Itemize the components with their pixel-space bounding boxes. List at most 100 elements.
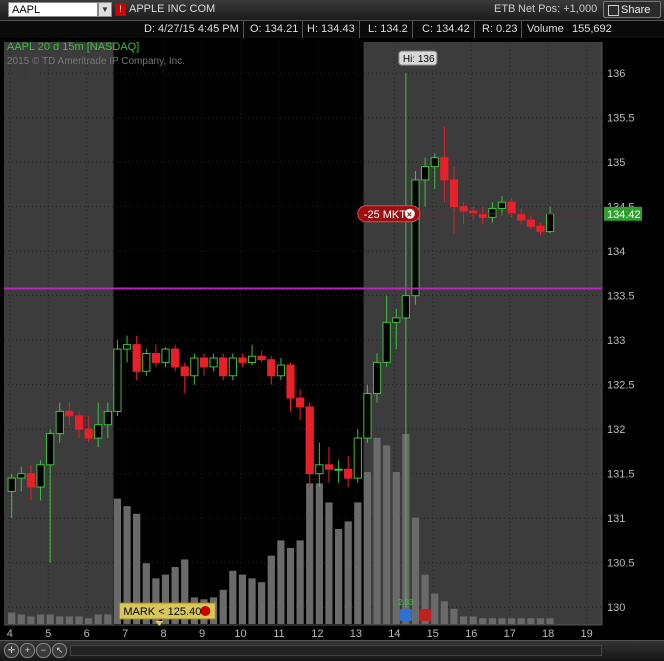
volume-small-label: 2.33 [398,598,414,607]
volume-bar [383,445,391,624]
x-axis-background [0,625,664,640]
x-tick-label: 15 [427,628,439,640]
candle-body [478,213,487,218]
price-chart[interactable]: 130130.5131131.5132132.5133133.5134134.5… [0,38,664,640]
candle-body [199,357,209,368]
x-axis: 4 5 6 7 8 9 10 11 12 13 14 15 16 17 18 19 [0,624,664,640]
volume-bar [258,582,266,624]
candle-body [151,353,161,363]
candle-body [363,393,372,439]
candle-body [122,344,132,350]
y-tick-label: 131.5 [607,469,635,481]
volume-bar [84,618,93,624]
volume-bar [508,618,516,624]
candle-body [497,201,507,209]
x-tick-label: 4 [7,628,13,640]
pointer-icon[interactable]: ↖ [52,643,67,658]
candle-body [382,321,391,363]
candle-body [401,295,410,319]
volume-bar [459,616,468,624]
info-volume-label: Volume [527,23,564,35]
alert-label: MARK < 125.40 [123,606,201,618]
candle-body [440,157,449,181]
dropdown-icon[interactable]: ▼ [98,2,112,17]
volume-bar [325,502,333,624]
volume-bar [354,502,362,624]
volume-bar [36,614,45,624]
x-tick-label: 16 [465,628,477,640]
candle-body [142,353,151,372]
x-tick-label: 17 [504,628,516,640]
candle-body [267,359,276,377]
close-icon[interactable] [200,606,211,616]
x-tick-label: 14 [388,628,400,640]
candle-body [526,219,535,227]
symbol-input[interactable]: AAPL [8,2,98,17]
candle-body [344,468,353,479]
candle-body [171,348,180,368]
candle-body [113,348,122,412]
volume-bar [229,570,237,624]
crosshair-icon[interactable]: ✛ [4,643,19,658]
chart-scrollbar[interactable] [70,645,602,656]
volume-bar [479,618,487,624]
share-icon [608,5,619,16]
zoom-out-icon[interactable]: − [36,643,51,658]
volume-bar [65,616,73,624]
x-tick-label: 12 [311,628,323,640]
volume-bar [27,616,35,624]
candle-body [103,410,112,426]
y-tick-label: 134 [607,246,625,258]
phone-icon[interactable] [419,609,432,621]
volume-bar [248,578,256,624]
volume-bar [46,614,54,624]
candle-body [161,348,170,363]
candle-body [305,406,314,475]
candle-body [324,464,334,470]
candle-body [536,225,545,233]
volume-bar [517,618,525,624]
order-label: -25 MKT [364,209,406,221]
candle-body [286,364,295,399]
candle-body [430,157,439,168]
candle-body [228,357,237,377]
company-name: APPLE INC COM [129,3,216,15]
volume-bar [373,437,381,624]
candle-body [372,361,382,395]
info-icon[interactable] [399,609,412,621]
volume-bar [344,521,352,624]
y-tick-label: 136 [607,68,625,80]
volume-bar [8,612,16,624]
candle-body [180,366,189,377]
copyright-notice: 2015 © TD Ameritrade IP Company, Inc. [7,56,186,67]
volume-bar [238,574,247,624]
candle-body [507,201,516,215]
info-date: D: 4/27/15 4:45 PM [140,21,244,38]
volume-bar [17,614,25,624]
x-tick-label: 6 [84,628,90,640]
volume-bar [306,483,314,624]
volume-bar [469,616,477,624]
candle-body [517,213,526,221]
zoom-in-icon[interactable]: + [20,643,35,658]
candle-body [449,179,459,208]
volume-bar [363,472,372,624]
candle-body [238,357,247,363]
candle-body [55,410,64,435]
alert-flag-icon[interactable]: ! [115,3,126,16]
candle-body [84,428,93,439]
volume-bar [527,618,535,624]
hi-label: Hi: 136 [403,54,435,65]
candle-body [209,357,218,368]
info-open: O: 134.21 [246,21,304,38]
candle-body [420,166,430,181]
candle-body [296,397,305,408]
candle-body [334,468,343,471]
candle-body [46,433,55,466]
share-button[interactable]: Share [603,1,661,18]
x-tick-label: 19 [580,628,592,640]
x-tick-label: 5 [45,628,51,640]
x-tick-label: 8 [161,628,167,640]
volume-bar [296,540,304,624]
volume-bar [94,614,102,624]
